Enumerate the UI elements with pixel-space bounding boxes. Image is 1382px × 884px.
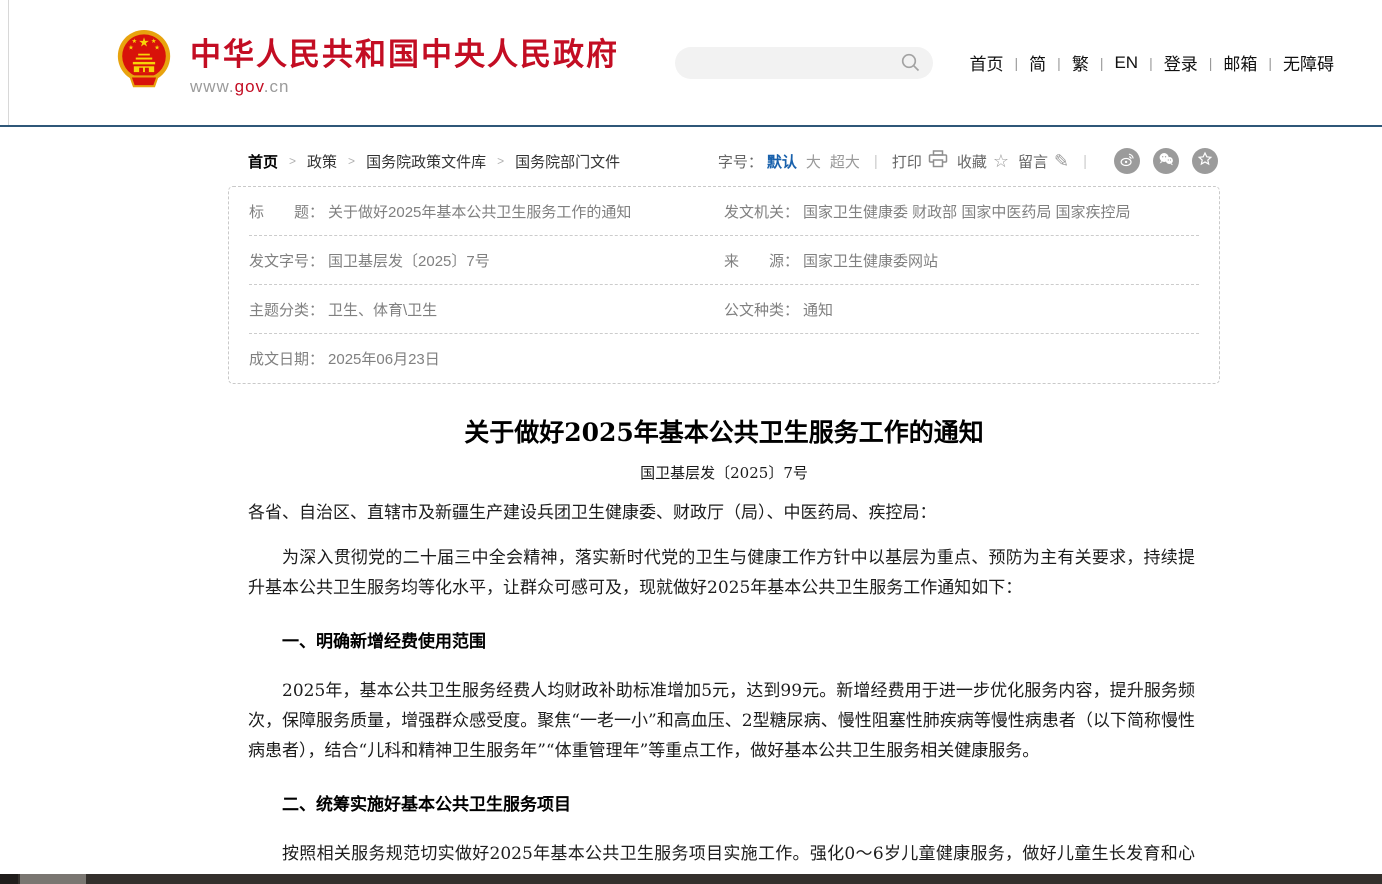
meta-source-value: 国家卫生健康委网站 xyxy=(803,250,938,271)
nav-mailbox[interactable]: 邮箱 xyxy=(1212,50,1268,75)
meta-row: 成文日期： 2025年06月23日 xyxy=(249,334,1199,383)
document-meta-box: 标 题： 关于做好2025年基本公共卫生服务工作的通知 发文机关： 国家卫生健康… xyxy=(228,186,1220,384)
nav-english[interactable]: EN xyxy=(1103,53,1149,73)
svg-text:★: ★ xyxy=(154,44,160,51)
site-header: ★ ★ ★ ★ ★ 中华人民共和国中央人民政府 w xyxy=(0,0,1382,125)
tools-separator xyxy=(1083,153,1087,170)
meta-doc-number-label: 发文字号： xyxy=(249,250,324,271)
meta-row: 标 题： 关于做好2025年基本公共卫生服务工作的通知 发文机关： 国家卫生健康… xyxy=(249,187,1199,236)
site-logo[interactable]: ★ ★ ★ ★ ★ 中华人民共和国中央人民政府 w xyxy=(113,29,619,97)
meta-doc-number-value: 国卫基层发〔2025〕7号 xyxy=(328,250,490,271)
pencil-icon: ✎ xyxy=(1054,152,1069,170)
search-box[interactable] xyxy=(675,47,933,79)
meta-doc-type-value: 通知 xyxy=(803,299,833,320)
weibo-icon xyxy=(1119,151,1136,172)
tools-separator xyxy=(874,153,878,170)
nav-simplified-chinese[interactable]: 简 xyxy=(1018,50,1057,75)
font-size-large-button[interactable]: 大 xyxy=(806,151,821,172)
wechat-icon xyxy=(1157,150,1175,172)
meta-title-value: 关于做好2025年基本公共卫生服务工作的通知 xyxy=(328,201,631,222)
nav-accessibility[interactable]: 无障碍 xyxy=(1272,50,1345,75)
star-icon: ☆ xyxy=(993,152,1009,170)
breadcrumb-home[interactable]: 首页 xyxy=(248,151,278,172)
article-salutation: 各省、自治区、直辖市及新疆生产建设兵团卫生健康委、财政厅（局）、中医药局、疾控局… xyxy=(248,498,1195,528)
article-section-heading: 二、统筹实施好基本公共卫生服务项目 xyxy=(248,790,1195,820)
font-size-xlarge-button[interactable]: 超大 xyxy=(830,151,860,172)
site-title: 中华人民共和国中央人民政府 xyxy=(190,29,619,74)
search-icon[interactable] xyxy=(900,52,921,73)
article-paragraph: 2025年，基本公共卫生服务经费人均财政补助标准增加5元，达到99元。新增经费用… xyxy=(248,676,1195,766)
page: ★ ★ ★ ★ ★ 中华人民共和国中央人民政府 w xyxy=(0,0,1382,884)
share-qzone-button[interactable] xyxy=(1192,148,1218,174)
breadcrumb-separator-icon xyxy=(497,154,504,168)
article-tools: 字号： 默认 大 超大 打印 收藏 xyxy=(718,148,1218,174)
site-url: www.gov.cn xyxy=(190,77,619,97)
document-title: 关于做好2025年基本公共卫生服务工作的通知 xyxy=(228,413,1220,449)
breadcrumb-separator-icon xyxy=(289,154,296,168)
breadcrumb-policy[interactable]: 政策 xyxy=(307,151,337,172)
nav-login[interactable]: 登录 xyxy=(1153,50,1209,75)
article-paragraph: 为深入贯彻党的二十届三中全会精神，落实新时代党的卫生与健康工作方针中以基层为重点… xyxy=(248,543,1195,603)
search-input[interactable] xyxy=(691,55,900,71)
meta-topic-value: 卫生、体育\卫生 xyxy=(328,299,437,320)
meta-date-value: 2025年06月23日 xyxy=(328,348,440,369)
nav-traditional-chinese[interactable]: 繁 xyxy=(1061,50,1100,75)
page-left-edge xyxy=(8,0,9,125)
print-button[interactable]: 打印 xyxy=(892,150,948,172)
meta-date-label: 成文日期： xyxy=(249,348,324,369)
scrollbar-thumb[interactable] xyxy=(20,874,86,884)
font-size-default-button[interactable]: 默认 xyxy=(767,151,797,172)
share-weibo-button[interactable] xyxy=(1114,148,1140,174)
comment-button[interactable]: 留言 ✎ xyxy=(1018,151,1069,172)
top-nav: 首页 简 繁 EN 登录 邮箱 无障碍 xyxy=(959,50,1345,75)
breadcrumb-policy-library[interactable]: 国务院政策文件库 xyxy=(366,151,486,172)
toolbar-row: 首页 政策 国务院政策文件库 国务院部门文件 字号： 默认 大 超大 打印 xyxy=(228,149,1220,173)
meta-row: 发文字号： 国卫基层发〔2025〕7号 来 源： 国家卫生健康委网站 xyxy=(249,236,1199,285)
article-section-heading: 一、明确新增经费使用范围 xyxy=(248,627,1195,657)
printer-icon xyxy=(928,150,948,172)
national-emblem-icon: ★ ★ ★ ★ ★ xyxy=(113,29,175,96)
document-number: 国卫基层发〔2025〕7号 xyxy=(228,462,1220,483)
svg-text:★: ★ xyxy=(138,35,149,49)
meta-source-label: 来 源： xyxy=(724,250,799,271)
favorite-button[interactable]: 收藏 ☆ xyxy=(957,151,1009,172)
nav-home[interactable]: 首页 xyxy=(959,50,1015,75)
meta-row: 主题分类： 卫生、体育\卫生 公文种类： 通知 xyxy=(249,285,1199,334)
share-wechat-button[interactable] xyxy=(1153,148,1179,174)
meta-doc-type-label: 公文种类： xyxy=(724,299,799,320)
meta-topic-label: 主题分类： xyxy=(249,299,324,320)
scrollbar-cap xyxy=(0,874,18,884)
breadcrumb-department-documents: 国务院部门文件 xyxy=(515,151,620,172)
svg-text:★: ★ xyxy=(128,44,134,51)
meta-issuing-agency-label: 发文机关： xyxy=(724,201,799,222)
breadcrumb-separator-icon xyxy=(348,154,355,168)
article-body: 各省、自治区、直辖市及新疆生产建设兵团卫生健康委、财政厅（局）、中医药局、疾控局… xyxy=(228,498,1220,884)
header-divider xyxy=(0,125,1382,127)
qzone-star-icon xyxy=(1197,151,1213,171)
breadcrumb: 首页 政策 国务院政策文件库 国务院部门文件 xyxy=(248,151,620,172)
font-size-label: 字号： xyxy=(718,151,763,172)
meta-issuing-agency-value: 国家卫生健康委 财政部 国家中医药局 国家疾控局 xyxy=(803,201,1131,222)
horizontal-scrollbar[interactable] xyxy=(0,874,1382,884)
meta-title-label: 标 题： xyxy=(249,201,324,222)
